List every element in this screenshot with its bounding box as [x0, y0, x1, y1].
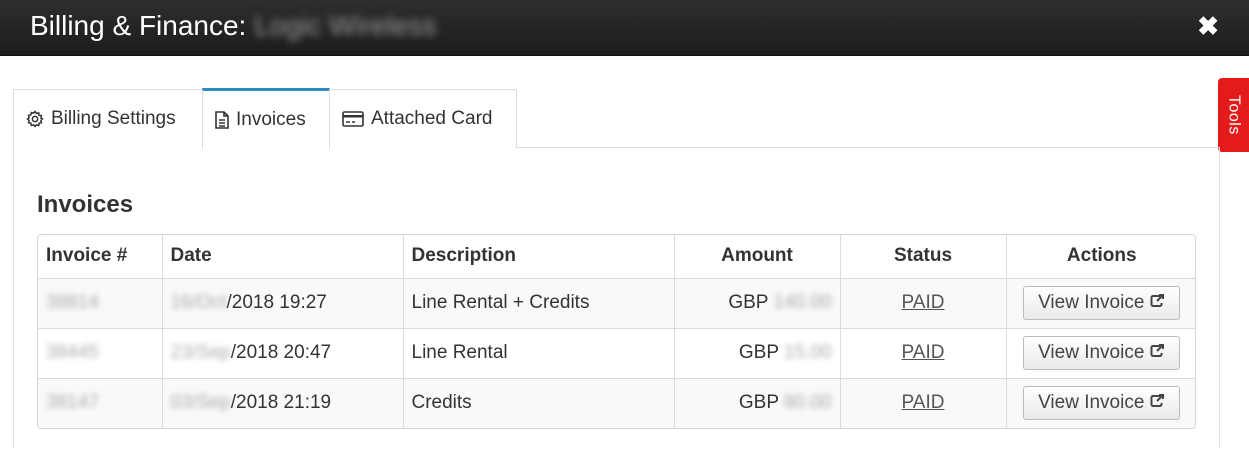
date-cell: 03/Sep/2018 21:19 [162, 378, 404, 428]
tab-billing-settings-label: Billing Settings [51, 108, 176, 129]
description-cell: Credits [403, 378, 675, 428]
actions-cell: View Invoice [1006, 328, 1195, 379]
currency: GBP [738, 392, 779, 414]
invoice-number-cell: 38814 [38, 278, 163, 329]
status-cell: PAID [840, 378, 1007, 428]
invoice-number-cell: 38147 [38, 378, 163, 428]
view-invoice-label: View Invoice [1038, 342, 1145, 363]
date-cell: 16/Oct/2018 19:27 [162, 278, 404, 329]
status-cell: PAID [840, 278, 1007, 329]
tab-invoices-label: Invoices [236, 109, 306, 130]
document-icon [215, 111, 229, 129]
amount-cell: GBP 15.00 [674, 328, 841, 379]
tools-tab[interactable]: Tools [1218, 78, 1249, 152]
invoice-number-cell: 38445 [38, 328, 163, 379]
date-day-month: 23/Sep [170, 342, 231, 363]
close-button[interactable]: ✖ [1197, 13, 1219, 39]
account-name: Logic Wireless [254, 10, 437, 41]
date-year-time: /2018 20:47 [230, 342, 332, 363]
close-icon: ✖ [1197, 11, 1219, 41]
view-invoice-label: View Invoice [1038, 292, 1145, 313]
column-header-invoice-number: Invoice # [38, 235, 163, 279]
modal-header: Billing & Finance: Logic Wireless ✖ [0, 0, 1249, 56]
date-day-month: 16/Oct [170, 292, 227, 313]
column-header-actions: Actions [1006, 235, 1195, 279]
column-header-status: Status [840, 235, 1007, 279]
column-header-amount: Amount [674, 235, 841, 279]
gear-icon [26, 110, 44, 128]
actions-cell: View Invoice [1006, 278, 1195, 329]
tab-attached-card-label: Attached Card [371, 108, 493, 129]
currency: GBP [728, 292, 769, 313]
status-link[interactable]: PAID [902, 342, 945, 363]
tools-tab-label: Tools [1225, 95, 1243, 135]
date-day-month: 03/Sep [170, 392, 231, 414]
column-header-date: Date [162, 235, 404, 279]
amount-value: 140.00 [773, 292, 832, 313]
external-link-icon [1150, 292, 1165, 314]
view-invoice-button[interactable]: View Invoice [1023, 286, 1181, 320]
external-link-icon [1150, 392, 1165, 414]
credit-card-icon [342, 111, 364, 127]
modal-title-text: Billing & Finance: [30, 10, 247, 41]
table-row: 38147 03/Sep/2018 21:19 Credits GBP 80.0… [38, 378, 1195, 428]
modal-title: Billing & Finance: Logic Wireless [30, 10, 436, 42]
table-row: 38814 16/Oct/2018 19:27 Line Rental + Cr… [38, 278, 1195, 329]
status-link[interactable]: PAID [902, 392, 945, 413]
external-link-icon [1150, 342, 1165, 364]
invoice-number: 38147 [46, 392, 99, 414]
invoices-table: Invoice # Date Description Amount Status… [37, 234, 1196, 429]
table-row: 38445 23/Sep/2018 20:47 Line Rental GBP … [38, 328, 1195, 379]
section-title: Invoices [37, 191, 134, 218]
view-invoice-button[interactable]: View Invoice [1023, 386, 1181, 421]
column-header-description: Description [403, 235, 675, 279]
invoice-number: 38445 [46, 342, 99, 363]
actions-cell: View Invoice [1006, 378, 1195, 428]
tab-billing-settings[interactable]: Billing Settings [13, 89, 203, 148]
date-cell: 23/Sep/2018 20:47 [162, 328, 404, 379]
amount-value: 80.00 [783, 392, 832, 414]
status-link[interactable]: PAID [902, 292, 945, 313]
amount-cell: GBP 80.00 [674, 378, 841, 428]
description-cell: Line Rental [403, 328, 675, 379]
table-header-row: Invoice # Date Description Amount Status… [38, 235, 1195, 279]
amount-cell: GBP 140.00 [674, 278, 841, 329]
tab-invoices[interactable]: Invoices [202, 88, 330, 149]
amount-value: 15.00 [783, 342, 832, 363]
date-year-time: /2018 21:19 [230, 392, 332, 414]
description-cell: Line Rental + Credits [403, 278, 675, 329]
tab-attached-card[interactable]: Attached Card [329, 89, 517, 148]
invoice-number: 38814 [46, 292, 99, 313]
currency: GBP [738, 342, 779, 363]
status-cell: PAID [840, 328, 1007, 379]
date-year-time: /2018 19:27 [226, 292, 327, 313]
view-invoice-button[interactable]: View Invoice [1023, 336, 1181, 370]
view-invoice-label: View Invoice [1038, 392, 1145, 414]
